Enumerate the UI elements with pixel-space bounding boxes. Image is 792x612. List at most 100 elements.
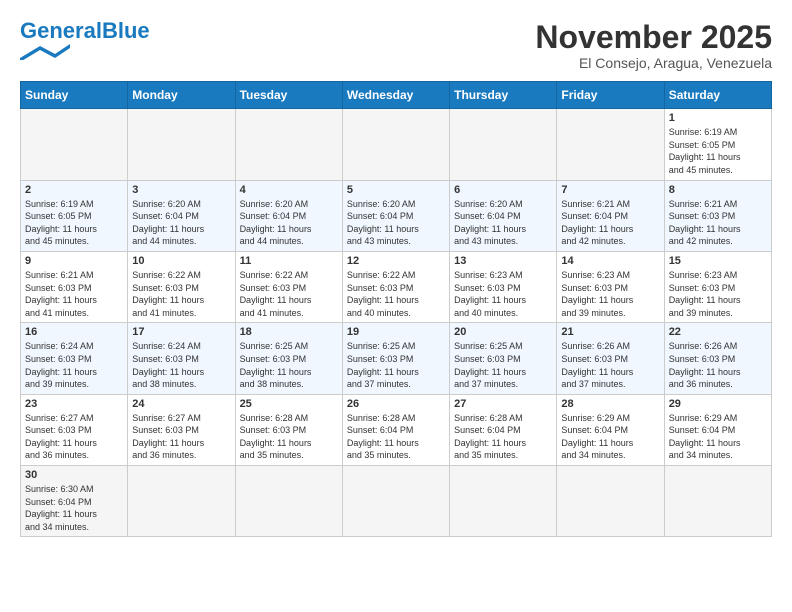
day-info: Sunrise: 6:20 AM Sunset: 6:04 PM Dayligh… <box>132 198 230 248</box>
calendar: SundayMondayTuesdayWednesdayThursdayFrid… <box>20 81 772 537</box>
day-number: 11 <box>240 255 338 267</box>
calendar-day <box>128 466 235 537</box>
day-info: Sunrise: 6:25 AM Sunset: 6:03 PM Dayligh… <box>240 340 338 390</box>
day-info: Sunrise: 6:29 AM Sunset: 6:04 PM Dayligh… <box>669 412 767 462</box>
calendar-day: 3 Sunrise: 6:20 AM Sunset: 6:04 PM Daylig… <box>128 180 235 251</box>
calendar-day: 4Sunrise: 6:20 AM Sunset: 6:04 PM Daylig… <box>235 180 342 251</box>
day-info: Sunrise: 6:24 AM Sunset: 6:03 PM Dayligh… <box>132 340 230 390</box>
calendar-day: 28 Sunrise: 6:29 AM Sunset: 6:04 PM Dayli… <box>557 394 664 465</box>
calendar-day: 20 Sunrise: 6:25 AM Sunset: 6:03 PM Dayli… <box>450 323 557 394</box>
day-number: 5 <box>347 184 445 196</box>
calendar-day: 7 Sunrise: 6:21 AM Sunset: 6:04 PM Daylig… <box>557 180 664 251</box>
calendar-day: 18Sunrise: 6:25 AM Sunset: 6:03 PM Dayli… <box>235 323 342 394</box>
day-info: Sunrise: 6:28 AM Sunset: 6:04 PM Dayligh… <box>454 412 552 462</box>
day-info: Sunrise: 6:28 AM Sunset: 6:03 PM Dayligh… <box>240 412 338 462</box>
day-header-sunday: Sunday <box>21 82 128 109</box>
calendar-week-2: 2Sunrise: 6:19 AM Sunset: 6:05 PM Daylig… <box>21 180 772 251</box>
calendar-day <box>557 466 664 537</box>
day-info: Sunrise: 6:21 AM Sunset: 6:03 PM Dayligh… <box>25 269 123 319</box>
day-number: 20 <box>454 326 552 338</box>
day-header-monday: Monday <box>128 82 235 109</box>
calendar-day <box>557 109 664 180</box>
day-info: Sunrise: 6:27 AM Sunset: 6:03 PM Dayligh… <box>132 412 230 462</box>
day-number: 22 <box>669 326 767 338</box>
calendar-day: 24 Sunrise: 6:27 AM Sunset: 6:03 PM Dayli… <box>128 394 235 465</box>
calendar-day <box>342 109 449 180</box>
day-header-thursday: Thursday <box>450 82 557 109</box>
calendar-day: 9 Sunrise: 6:21 AM Sunset: 6:03 PM Daylig… <box>21 251 128 322</box>
day-number: 1 <box>669 112 767 124</box>
day-info: Sunrise: 6:26 AM Sunset: 6:03 PM Dayligh… <box>561 340 659 390</box>
day-info: Sunrise: 6:28 AM Sunset: 6:04 PM Dayligh… <box>347 412 445 462</box>
day-info: Sunrise: 6:25 AM Sunset: 6:03 PM Dayligh… <box>347 340 445 390</box>
calendar-day: 17 Sunrise: 6:24 AM Sunset: 6:03 PM Dayli… <box>128 323 235 394</box>
logo-blue: Blue <box>102 18 150 43</box>
calendar-day: 12Sunrise: 6:22 AM Sunset: 6:03 PM Dayli… <box>342 251 449 322</box>
day-number: 28 <box>561 398 659 410</box>
calendar-day <box>128 109 235 180</box>
calendar-day <box>235 109 342 180</box>
day-number: 3 <box>132 184 230 196</box>
day-info: Sunrise: 6:20 AM Sunset: 6:04 PM Dayligh… <box>240 198 338 248</box>
calendar-day: 25 Sunrise: 6:28 AM Sunset: 6:03 PM Dayli… <box>235 394 342 465</box>
day-info: Sunrise: 6:22 AM Sunset: 6:03 PM Dayligh… <box>240 269 338 319</box>
day-number: 10 <box>132 255 230 267</box>
day-number: 12 <box>347 255 445 267</box>
calendar-day: 2Sunrise: 6:19 AM Sunset: 6:05 PM Daylig… <box>21 180 128 251</box>
day-info: Sunrise: 6:23 AM Sunset: 6:03 PM Dayligh… <box>669 269 767 319</box>
title-block: November 2025 El Consejo, Aragua, Venezu… <box>535 20 772 71</box>
logo: GeneralBlue <box>20 20 150 60</box>
day-number: 29 <box>669 398 767 410</box>
day-info: Sunrise: 6:30 AM Sunset: 6:04 PM Dayligh… <box>25 483 123 533</box>
calendar-day: 11 Sunrise: 6:22 AM Sunset: 6:03 PM Dayli… <box>235 251 342 322</box>
day-number: 19 <box>347 326 445 338</box>
calendar-day: 22Sunrise: 6:26 AM Sunset: 6:03 PM Dayli… <box>664 323 771 394</box>
calendar-day: 1 Sunrise: 6:19 AM Sunset: 6:05 PM Daylig… <box>664 109 771 180</box>
calendar-day <box>342 466 449 537</box>
day-info: Sunrise: 6:21 AM Sunset: 6:04 PM Dayligh… <box>561 198 659 248</box>
day-info: Sunrise: 6:20 AM Sunset: 6:04 PM Dayligh… <box>454 198 552 248</box>
calendar-day <box>450 109 557 180</box>
calendar-day: 30Sunrise: 6:30 AM Sunset: 6:04 PM Dayli… <box>21 466 128 537</box>
day-number: 13 <box>454 255 552 267</box>
day-info: Sunrise: 6:25 AM Sunset: 6:03 PM Dayligh… <box>454 340 552 390</box>
calendar-day: 15 Sunrise: 6:23 AM Sunset: 6:03 PM Dayli… <box>664 251 771 322</box>
page-header: GeneralBlue November 2025 El Consejo, Ar… <box>20 20 772 71</box>
day-info: Sunrise: 6:21 AM Sunset: 6:03 PM Dayligh… <box>669 198 767 248</box>
day-info: Sunrise: 6:24 AM Sunset: 6:03 PM Dayligh… <box>25 340 123 390</box>
day-info: Sunrise: 6:27 AM Sunset: 6:03 PM Dayligh… <box>25 412 123 462</box>
calendar-day <box>450 466 557 537</box>
day-number: 8 <box>669 184 767 196</box>
logo-general: General <box>20 18 102 43</box>
day-number: 25 <box>240 398 338 410</box>
logo-icon <box>20 44 70 60</box>
logo-text: GeneralBlue <box>20 20 150 42</box>
day-number: 15 <box>669 255 767 267</box>
day-number: 7 <box>561 184 659 196</box>
day-number: 9 <box>25 255 123 267</box>
day-number: 2 <box>25 184 123 196</box>
calendar-day <box>235 466 342 537</box>
day-number: 17 <box>132 326 230 338</box>
day-info: Sunrise: 6:22 AM Sunset: 6:03 PM Dayligh… <box>132 269 230 319</box>
calendar-day: 13Sunrise: 6:23 AM Sunset: 6:03 PM Dayli… <box>450 251 557 322</box>
calendar-day: 5Sunrise: 6:20 AM Sunset: 6:04 PM Daylig… <box>342 180 449 251</box>
day-info: Sunrise: 6:29 AM Sunset: 6:04 PM Dayligh… <box>561 412 659 462</box>
calendar-day: 29 Sunrise: 6:29 AM Sunset: 6:04 PM Dayli… <box>664 394 771 465</box>
day-number: 6 <box>454 184 552 196</box>
day-number: 14 <box>561 255 659 267</box>
day-header-wednesday: Wednesday <box>342 82 449 109</box>
calendar-day: 21Sunrise: 6:26 AM Sunset: 6:03 PM Dayli… <box>557 323 664 394</box>
calendar-day: 26Sunrise: 6:28 AM Sunset: 6:04 PM Dayli… <box>342 394 449 465</box>
calendar-day <box>21 109 128 180</box>
calendar-day: 19 Sunrise: 6:25 AM Sunset: 6:03 PM Dayli… <box>342 323 449 394</box>
day-info: Sunrise: 6:19 AM Sunset: 6:05 PM Dayligh… <box>669 126 767 176</box>
calendar-day: 27Sunrise: 6:28 AM Sunset: 6:04 PM Dayli… <box>450 394 557 465</box>
calendar-week-6: 30Sunrise: 6:30 AM Sunset: 6:04 PM Dayli… <box>21 466 772 537</box>
day-number: 24 <box>132 398 230 410</box>
calendar-week-3: 9 Sunrise: 6:21 AM Sunset: 6:03 PM Daylig… <box>21 251 772 322</box>
calendar-week-4: 16Sunrise: 6:24 AM Sunset: 6:03 PM Dayli… <box>21 323 772 394</box>
calendar-day: 23Sunrise: 6:27 AM Sunset: 6:03 PM Dayli… <box>21 394 128 465</box>
calendar-day <box>664 466 771 537</box>
day-info: Sunrise: 6:23 AM Sunset: 6:03 PM Dayligh… <box>561 269 659 319</box>
